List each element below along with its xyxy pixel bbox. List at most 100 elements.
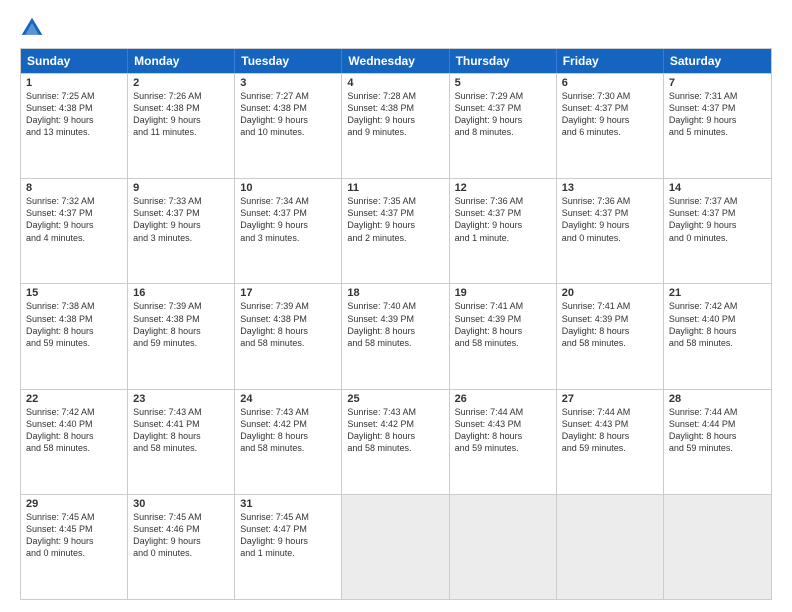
calendar-cell: 31Sunrise: 7:45 AMSunset: 4:47 PMDayligh… — [235, 495, 342, 599]
calendar-cell: 9Sunrise: 7:33 AMSunset: 4:37 PMDaylight… — [128, 179, 235, 283]
calendar-header-cell: Sunday — [21, 49, 128, 73]
calendar-cell: 7Sunrise: 7:31 AMSunset: 4:37 PMDaylight… — [664, 74, 771, 178]
cell-text: Sunrise: 7:38 AMSunset: 4:38 PMDaylight:… — [26, 300, 122, 349]
calendar-body: 1Sunrise: 7:25 AMSunset: 4:38 PMDaylight… — [21, 73, 771, 599]
calendar-cell — [557, 495, 664, 599]
day-number: 14 — [669, 182, 766, 194]
day-number: 17 — [240, 287, 336, 299]
day-number: 27 — [562, 393, 658, 405]
day-number: 18 — [347, 287, 443, 299]
cell-text: Sunrise: 7:32 AMSunset: 4:37 PMDaylight:… — [26, 195, 122, 244]
calendar-cell: 18Sunrise: 7:40 AMSunset: 4:39 PMDayligh… — [342, 284, 449, 388]
cell-text: Sunrise: 7:45 AMSunset: 4:45 PMDaylight:… — [26, 511, 122, 560]
day-number: 19 — [455, 287, 551, 299]
logo — [20, 16, 48, 40]
cell-text: Sunrise: 7:26 AMSunset: 4:38 PMDaylight:… — [133, 90, 229, 139]
calendar-cell — [664, 495, 771, 599]
calendar-cell: 30Sunrise: 7:45 AMSunset: 4:46 PMDayligh… — [128, 495, 235, 599]
calendar-cell: 17Sunrise: 7:39 AMSunset: 4:38 PMDayligh… — [235, 284, 342, 388]
day-number: 23 — [133, 393, 229, 405]
cell-text: Sunrise: 7:37 AMSunset: 4:37 PMDaylight:… — [669, 195, 766, 244]
day-number: 22 — [26, 393, 122, 405]
day-number: 28 — [669, 393, 766, 405]
calendar-row: 22Sunrise: 7:42 AMSunset: 4:40 PMDayligh… — [21, 389, 771, 494]
calendar-cell: 27Sunrise: 7:44 AMSunset: 4:43 PMDayligh… — [557, 390, 664, 494]
cell-text: Sunrise: 7:45 AMSunset: 4:46 PMDaylight:… — [133, 511, 229, 560]
calendar-cell: 19Sunrise: 7:41 AMSunset: 4:39 PMDayligh… — [450, 284, 557, 388]
calendar-cell: 26Sunrise: 7:44 AMSunset: 4:43 PMDayligh… — [450, 390, 557, 494]
calendar-cell: 22Sunrise: 7:42 AMSunset: 4:40 PMDayligh… — [21, 390, 128, 494]
cell-text: Sunrise: 7:27 AMSunset: 4:38 PMDaylight:… — [240, 90, 336, 139]
cell-text: Sunrise: 7:31 AMSunset: 4:37 PMDaylight:… — [669, 90, 766, 139]
cell-text: Sunrise: 7:42 AMSunset: 4:40 PMDaylight:… — [669, 300, 766, 349]
calendar-row: 1Sunrise: 7:25 AMSunset: 4:38 PMDaylight… — [21, 73, 771, 178]
cell-text: Sunrise: 7:36 AMSunset: 4:37 PMDaylight:… — [455, 195, 551, 244]
cell-text: Sunrise: 7:25 AMSunset: 4:38 PMDaylight:… — [26, 90, 122, 139]
calendar-cell: 2Sunrise: 7:26 AMSunset: 4:38 PMDaylight… — [128, 74, 235, 178]
day-number: 9 — [133, 182, 229, 194]
cell-text: Sunrise: 7:29 AMSunset: 4:37 PMDaylight:… — [455, 90, 551, 139]
calendar-cell: 20Sunrise: 7:41 AMSunset: 4:39 PMDayligh… — [557, 284, 664, 388]
calendar-cell: 14Sunrise: 7:37 AMSunset: 4:37 PMDayligh… — [664, 179, 771, 283]
calendar-header-cell: Thursday — [450, 49, 557, 73]
cell-text: Sunrise: 7:44 AMSunset: 4:44 PMDaylight:… — [669, 406, 766, 455]
calendar-cell: 10Sunrise: 7:34 AMSunset: 4:37 PMDayligh… — [235, 179, 342, 283]
header — [20, 16, 772, 40]
calendar-header-cell: Friday — [557, 49, 664, 73]
day-number: 16 — [133, 287, 229, 299]
calendar-cell: 28Sunrise: 7:44 AMSunset: 4:44 PMDayligh… — [664, 390, 771, 494]
calendar-cell: 15Sunrise: 7:38 AMSunset: 4:38 PMDayligh… — [21, 284, 128, 388]
day-number: 13 — [562, 182, 658, 194]
cell-text: Sunrise: 7:33 AMSunset: 4:37 PMDaylight:… — [133, 195, 229, 244]
day-number: 24 — [240, 393, 336, 405]
day-number: 25 — [347, 393, 443, 405]
calendar-cell: 29Sunrise: 7:45 AMSunset: 4:45 PMDayligh… — [21, 495, 128, 599]
calendar-cell — [450, 495, 557, 599]
cell-text: Sunrise: 7:39 AMSunset: 4:38 PMDaylight:… — [240, 300, 336, 349]
day-number: 10 — [240, 182, 336, 194]
day-number: 4 — [347, 77, 443, 89]
day-number: 1 — [26, 77, 122, 89]
calendar-row: 8Sunrise: 7:32 AMSunset: 4:37 PMDaylight… — [21, 178, 771, 283]
calendar-cell: 16Sunrise: 7:39 AMSunset: 4:38 PMDayligh… — [128, 284, 235, 388]
calendar-cell: 21Sunrise: 7:42 AMSunset: 4:40 PMDayligh… — [664, 284, 771, 388]
cell-text: Sunrise: 7:40 AMSunset: 4:39 PMDaylight:… — [347, 300, 443, 349]
day-number: 5 — [455, 77, 551, 89]
calendar-cell: 8Sunrise: 7:32 AMSunset: 4:37 PMDaylight… — [21, 179, 128, 283]
cell-text: Sunrise: 7:42 AMSunset: 4:40 PMDaylight:… — [26, 406, 122, 455]
day-number: 11 — [347, 182, 443, 194]
logo-icon — [20, 16, 44, 40]
calendar-cell: 25Sunrise: 7:43 AMSunset: 4:42 PMDayligh… — [342, 390, 449, 494]
day-number: 20 — [562, 287, 658, 299]
calendar-cell: 3Sunrise: 7:27 AMSunset: 4:38 PMDaylight… — [235, 74, 342, 178]
calendar-cell: 5Sunrise: 7:29 AMSunset: 4:37 PMDaylight… — [450, 74, 557, 178]
calendar-cell: 12Sunrise: 7:36 AMSunset: 4:37 PMDayligh… — [450, 179, 557, 283]
cell-text: Sunrise: 7:39 AMSunset: 4:38 PMDaylight:… — [133, 300, 229, 349]
day-number: 7 — [669, 77, 766, 89]
cell-text: Sunrise: 7:44 AMSunset: 4:43 PMDaylight:… — [562, 406, 658, 455]
cell-text: Sunrise: 7:43 AMSunset: 4:42 PMDaylight:… — [347, 406, 443, 455]
cell-text: Sunrise: 7:35 AMSunset: 4:37 PMDaylight:… — [347, 195, 443, 244]
day-number: 12 — [455, 182, 551, 194]
day-number: 21 — [669, 287, 766, 299]
day-number: 3 — [240, 77, 336, 89]
day-number: 26 — [455, 393, 551, 405]
cell-text: Sunrise: 7:41 AMSunset: 4:39 PMDaylight:… — [562, 300, 658, 349]
day-number: 8 — [26, 182, 122, 194]
day-number: 31 — [240, 498, 336, 510]
day-number: 6 — [562, 77, 658, 89]
day-number: 30 — [133, 498, 229, 510]
calendar-header-row: SundayMondayTuesdayWednesdayThursdayFrid… — [21, 49, 771, 73]
cell-text: Sunrise: 7:34 AMSunset: 4:37 PMDaylight:… — [240, 195, 336, 244]
calendar-cell: 1Sunrise: 7:25 AMSunset: 4:38 PMDaylight… — [21, 74, 128, 178]
day-number: 2 — [133, 77, 229, 89]
calendar-cell: 6Sunrise: 7:30 AMSunset: 4:37 PMDaylight… — [557, 74, 664, 178]
cell-text: Sunrise: 7:45 AMSunset: 4:47 PMDaylight:… — [240, 511, 336, 560]
calendar-cell: 23Sunrise: 7:43 AMSunset: 4:41 PMDayligh… — [128, 390, 235, 494]
calendar-header-cell: Tuesday — [235, 49, 342, 73]
calendar: SundayMondayTuesdayWednesdayThursdayFrid… — [20, 48, 772, 600]
day-number: 29 — [26, 498, 122, 510]
cell-text: Sunrise: 7:30 AMSunset: 4:37 PMDaylight:… — [562, 90, 658, 139]
cell-text: Sunrise: 7:36 AMSunset: 4:37 PMDaylight:… — [562, 195, 658, 244]
calendar-header-cell: Monday — [128, 49, 235, 73]
